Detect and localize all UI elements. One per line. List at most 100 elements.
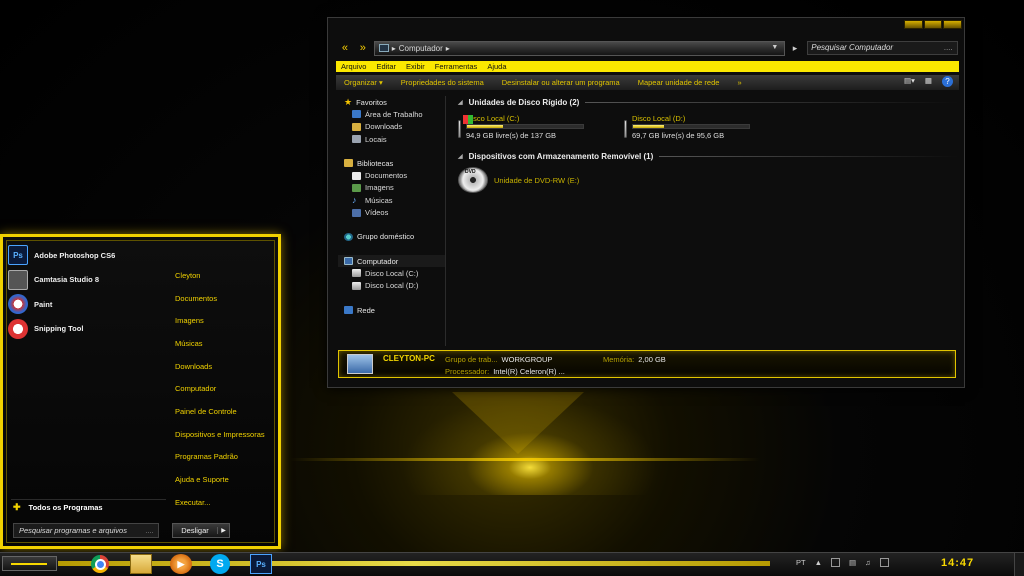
nav-favorites-label: Favoritos [356,97,387,107]
all-programs-button[interactable]: ✚ Todos os Programas [11,499,166,515]
program-paint[interactable]: Paint [8,292,158,317]
place-pictures[interactable]: Imagens [175,309,275,332]
place-help-support[interactable]: Ajuda e Suporte [175,468,275,491]
tray-expand-icon[interactable]: ▲ [815,558,822,567]
network-tray-icon[interactable]: ▤ [849,558,856,567]
drive-c[interactable]: Disco Local (C:) 94,9 GB livre(s) de 137… [458,114,584,150]
dvd-drive[interactable]: DVD Unidade de DVD-RW (E:) [458,167,958,193]
place-user[interactable]: Cleyton [175,264,275,287]
place-downloads[interactable]: Downloads [175,355,275,378]
photoshop-icon[interactable]: Ps [250,554,272,574]
place-default-programs[interactable]: Programas Padrão [175,446,275,469]
place-run[interactable]: Executar... [175,491,275,514]
media-player-icon[interactable]: ▶ [170,554,192,574]
dvd-name: Unidade de DVD-RW (E:) [494,175,580,185]
skype-icon[interactable]: S [210,554,230,574]
command-bar: Organizar ▾ Propriedades do sistema Desi… [336,75,959,90]
nav-desktop[interactable]: Área de Trabalho [338,108,445,120]
drive-icon [624,120,627,138]
nav-network[interactable]: Rede [338,304,445,316]
nav-disk-d[interactable]: Disco Local (D:) [338,280,445,292]
nav-disk-c[interactable]: Disco Local (C:) [338,267,445,279]
photoshop-icon: Ps [8,245,28,266]
nav-pictures[interactable]: Imagens [338,182,445,194]
nav-favorites[interactable]: ★ Favoritos [338,96,445,108]
nav-recent[interactable]: Locais [338,133,445,145]
workgroup-label: Grupo de trab... [445,355,498,364]
nav-videos[interactable]: Vídeos [338,206,445,218]
organize-button[interactable]: Organizar ▾ [344,78,383,87]
nav-documents[interactable]: Documentos [338,169,445,181]
nav-network-label: Rede [357,305,375,315]
hard-disks-header[interactable]: ◢ Unidades de Disco Rígido (2) [458,98,958,107]
shutdown-button[interactable]: Desligar ▶ [172,523,230,538]
place-computer[interactable]: Computador [175,377,275,400]
address-dropdown-icon[interactable]: ▼ [771,44,778,51]
show-desktop-button[interactable] [1014,553,1024,576]
folder-icon[interactable] [130,554,152,574]
preview-pane-icon[interactable]: ▦ [925,76,932,87]
menu-arquivo[interactable]: Arquivo [341,62,366,71]
search-dots: .... [944,43,953,52]
nav-computer[interactable]: Computador [338,254,445,268]
help-icon[interactable]: ? [942,76,953,87]
program-snipping-tool[interactable]: Snipping Tool [8,317,158,342]
forward-icon[interactable]: » [356,41,370,55]
nav-music[interactable]: ♪ Músicas [338,194,445,206]
nav-homegroup[interactable]: Grupo doméstico [338,231,445,243]
search-input[interactable]: Pesquisar Computador .... [807,41,958,55]
drive-d[interactable]: Disco Local (D:) 69,7 GB livre(s) de 95,… [624,114,750,150]
system-properties-button[interactable]: Propriedades do sistema [401,78,484,87]
star-icon: ★ [344,96,353,107]
minimize-button[interactable] [904,20,923,29]
documents-icon [352,171,361,180]
place-documents[interactable]: Documentos [175,287,275,310]
details-pane: CLEYTON-PC Grupo de trab... WORKGROUP Me… [338,350,956,378]
back-icon[interactable]: « [338,41,352,55]
more-commands-button[interactable]: » [737,78,741,87]
removable-header[interactable]: ◢ Dispositivos com Armazenamento Removív… [458,152,958,161]
nav-disk-d-label: Disco Local (D:) [365,281,419,291]
nav-downloads[interactable]: Downloads [338,121,445,133]
drive-c-free: 94,9 GB livre(s) de 137 GB [466,131,557,140]
place-control-panel[interactable]: Painel de Controle [175,400,275,423]
program-camtasia[interactable]: Camtasia Studio 8 [8,268,158,293]
shutdown-options-icon[interactable]: ▶ [217,527,229,534]
language-indicator[interactable]: PT [796,558,806,567]
start-button[interactable] [2,556,57,571]
processor-label: Processador: [445,367,490,376]
place-devices-printers[interactable]: Dispositivos e Impressoras [175,423,275,446]
nav-documents-label: Documentos [365,171,408,181]
nav-libraries[interactable]: Bibliotecas [338,157,445,169]
program-photoshop[interactable]: Ps Adobe Photoshop CS6 [8,243,158,268]
menu-ferramentas[interactable]: Ferramentas [435,62,478,71]
view-options-icon[interactable]: ▤▾ [904,76,915,87]
nav-disk-c-label: Disco Local (C:) [365,268,419,278]
system-tray: PT ▲ ▤ ♫ [796,558,889,567]
power-icon[interactable] [879,558,889,567]
map-network-drive-button[interactable]: Mapear unidade de rede [638,78,720,87]
dvd-icon-label: DVD [465,169,476,175]
address-refresh-icon[interactable]: ▸ [793,43,798,54]
memory-value: 2,00 GB [638,355,666,364]
action-center-icon[interactable] [831,558,841,567]
menu-editar[interactable]: Editar [376,62,396,71]
menu-bar: Arquivo Editar Exibir Ferramentas Ajuda [336,61,959,72]
volume-icon[interactable]: ♫ [865,558,871,567]
computer-icon [378,44,389,52]
place-music[interactable]: Músicas [175,332,275,355]
menu-exibir[interactable]: Exibir [406,62,425,71]
start-search-dots: .... [145,526,154,535]
address-row: « » ▸ Computador ▸ ▼ ▸ Pesquisar Computa… [338,40,958,56]
menu-ajuda[interactable]: Ajuda [487,62,506,71]
workgroup-value: WORKGROUP [501,355,553,364]
close-button[interactable] [943,20,963,29]
chrome-icon[interactable] [91,555,109,573]
all-programs-label: Todos os Programas [28,503,103,512]
address-bar[interactable]: ▸ Computador ▸ ▼ ▸ [373,40,797,56]
clock[interactable]: 14:47 [941,557,974,569]
maximize-button[interactable] [923,20,943,29]
uninstall-program-button[interactable]: Desinstalar ou alterar um programa [502,78,620,87]
start-search-input[interactable]: Pesquisar programas e arquivos .... [13,523,159,538]
memory-row: Memória: 2,00 GB [603,355,666,364]
